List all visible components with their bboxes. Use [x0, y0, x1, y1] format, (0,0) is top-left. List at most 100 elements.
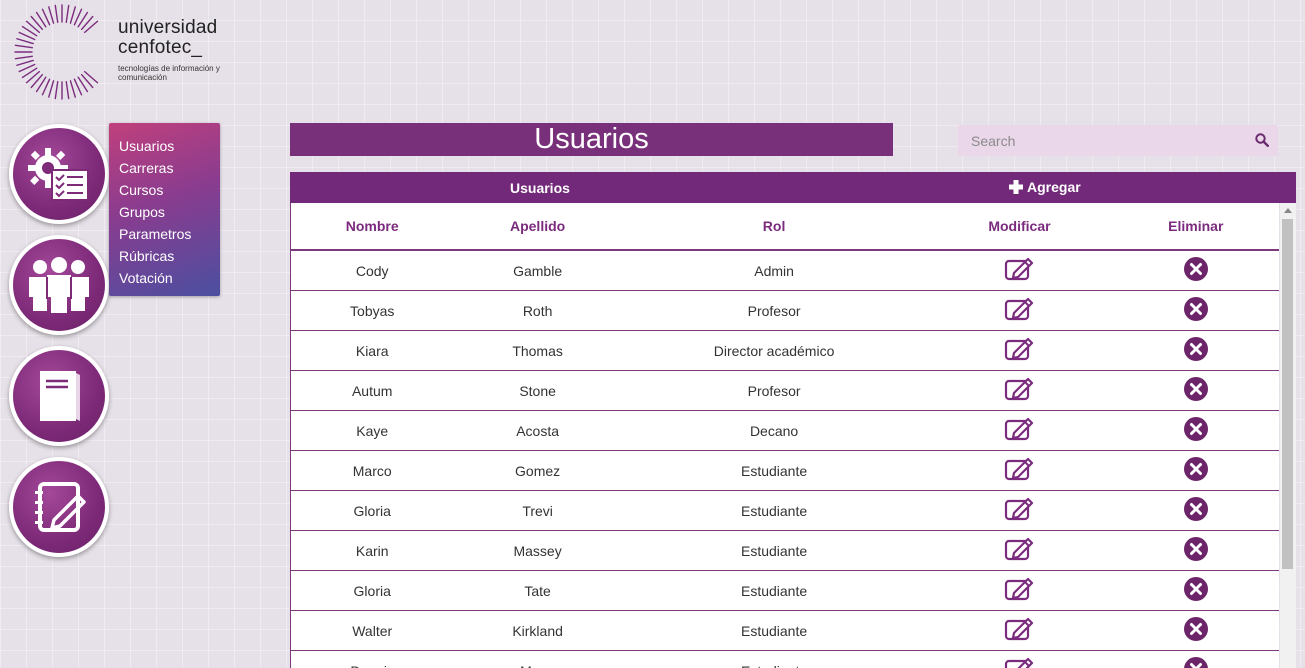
cell-eliminar	[1112, 290, 1279, 331]
menu-item-0[interactable]: Usuarios	[119, 135, 220, 157]
table-row: Tobyas Roth Profesor	[291, 290, 1279, 331]
delete-icon[interactable]	[1183, 297, 1208, 321]
delete-icon[interactable]	[1183, 657, 1208, 668]
cell-eliminar	[1112, 530, 1279, 571]
sunburst-logo-icon	[14, 4, 99, 100]
column-header[interactable]: Apellido	[453, 203, 622, 251]
table-row: Autum Stone Profesor	[291, 370, 1279, 411]
search-input[interactable]	[958, 125, 1251, 156]
cell-apellido: Thomas	[453, 330, 622, 371]
scrollbar-thumb[interactable]	[1282, 219, 1293, 569]
add-user-label: Agregar	[1027, 179, 1081, 195]
cell-nombre: Dennis	[291, 650, 454, 668]
cell-rol: Estudiante	[621, 610, 927, 651]
cell-eliminar	[1112, 650, 1279, 668]
menu-item-2[interactable]: Cursos	[119, 179, 220, 201]
edit-icon[interactable]	[1004, 537, 1034, 561]
cell-apellido: Tate	[453, 570, 622, 611]
cell-nombre: Karin	[291, 530, 454, 571]
delete-icon[interactable]	[1183, 417, 1208, 441]
cell-modificar	[926, 410, 1113, 451]
users-button[interactable]	[9, 235, 109, 335]
book-icon	[40, 371, 80, 421]
cell-eliminar	[1112, 330, 1279, 371]
courses-button[interactable]	[9, 346, 109, 446]
edit-icon[interactable]	[1004, 337, 1034, 361]
delete-icon[interactable]	[1183, 497, 1208, 521]
edit-icon[interactable]	[1004, 417, 1034, 441]
table-caption: Usuarios	[510, 180, 570, 196]
menu-item-5[interactable]: Rúbricas	[119, 245, 220, 267]
delete-icon[interactable]	[1183, 457, 1208, 481]
menu-item-4[interactable]: Parametros	[119, 223, 220, 245]
cell-rol: Director académico	[621, 330, 927, 371]
edit-icon[interactable]	[1004, 657, 1034, 668]
rubrics-button[interactable]	[9, 457, 109, 557]
cell-apellido: Moon	[453, 650, 622, 668]
column-header[interactable]: Modificar	[926, 203, 1113, 251]
cell-eliminar	[1112, 570, 1279, 611]
delete-icon[interactable]	[1183, 257, 1208, 281]
cell-rol: Estudiante	[621, 650, 927, 668]
search-icon[interactable]	[1255, 133, 1270, 152]
delete-icon[interactable]	[1183, 617, 1208, 641]
brand-tagline: tecnologías de información y comunicació…	[118, 64, 220, 82]
delete-icon[interactable]	[1183, 337, 1208, 361]
menu-item-6[interactable]: Votación	[119, 267, 220, 289]
users-group-icon	[29, 257, 89, 313]
column-header[interactable]: Nombre	[291, 203, 454, 251]
table-row: DennisMoonEstudiante	[291, 650, 1279, 668]
cell-modificar	[926, 450, 1113, 491]
add-user-button[interactable]: Agregar	[1008, 179, 1081, 195]
delete-icon[interactable]	[1183, 537, 1208, 561]
cell-rol: Estudiante	[621, 530, 927, 571]
cell-apellido: Trevi	[453, 490, 622, 531]
cell-modificar	[926, 330, 1113, 371]
cell-eliminar	[1112, 370, 1279, 411]
edit-icon[interactable]	[1004, 577, 1034, 601]
delete-icon[interactable]	[1183, 577, 1208, 601]
admin-settings-button[interactable]	[9, 124, 109, 224]
search-box	[958, 125, 1278, 156]
edit-icon[interactable]	[1004, 497, 1034, 521]
cell-nombre: Kaye	[291, 410, 454, 451]
table-row: Cody Gamble Admin	[291, 250, 1279, 291]
cell-modificar	[926, 610, 1113, 651]
users-table-container: Nombre Apellido Rol Modificar Eliminar Cody G…	[290, 203, 1279, 668]
cell-apellido: Stone	[453, 370, 622, 411]
cell-nombre: Walter	[291, 610, 454, 651]
edit-icon[interactable]	[1004, 617, 1034, 641]
cell-nombre: Gloria	[291, 570, 454, 611]
table-scrollbar[interactable]	[1280, 203, 1296, 668]
cell-modificar	[926, 290, 1113, 331]
cell-apellido: Kirkland	[453, 610, 622, 651]
edit-icon[interactable]	[1004, 257, 1034, 281]
cell-modificar	[926, 530, 1113, 571]
cell-apellido: Acosta	[453, 410, 622, 451]
menu-item-1[interactable]: Carreras	[119, 157, 220, 179]
cell-modificar	[926, 650, 1113, 668]
cell-nombre: Gloria	[291, 490, 454, 531]
edit-icon[interactable]	[1004, 297, 1034, 321]
menu-item-3[interactable]: Grupos	[119, 201, 220, 223]
navigation-menu: Usuarios Carreras Cursos Grupos Parametros Rú…	[109, 123, 220, 296]
cell-rol: Profesor	[621, 370, 927, 411]
cell-rol: Admin	[621, 250, 927, 291]
table-row: Marco Gomez Estudiante	[291, 450, 1279, 491]
scroll-up-icon[interactable]	[1284, 208, 1292, 213]
cell-modificar	[926, 490, 1113, 531]
brand-name-line2: cenfotec_	[118, 37, 203, 58]
edit-notebook-icon	[35, 482, 86, 532]
delete-icon[interactable]	[1183, 377, 1208, 401]
cell-rol: Decano	[621, 410, 927, 451]
column-header[interactable]: Eliminar	[1112, 203, 1279, 251]
cell-eliminar	[1112, 410, 1279, 451]
cenfotec-logo: universidad cenfotec_ tecnologías de inf…	[14, 2, 224, 102]
cell-nombre: Cody	[291, 250, 454, 291]
edit-icon[interactable]	[1004, 377, 1034, 401]
cell-rol: Estudiante	[621, 450, 927, 491]
column-header[interactable]: Rol	[621, 203, 927, 251]
table-row: Gloria Trevi Estudiante	[291, 490, 1279, 531]
cell-apellido: Gomez	[453, 450, 622, 491]
edit-icon[interactable]	[1004, 457, 1034, 481]
